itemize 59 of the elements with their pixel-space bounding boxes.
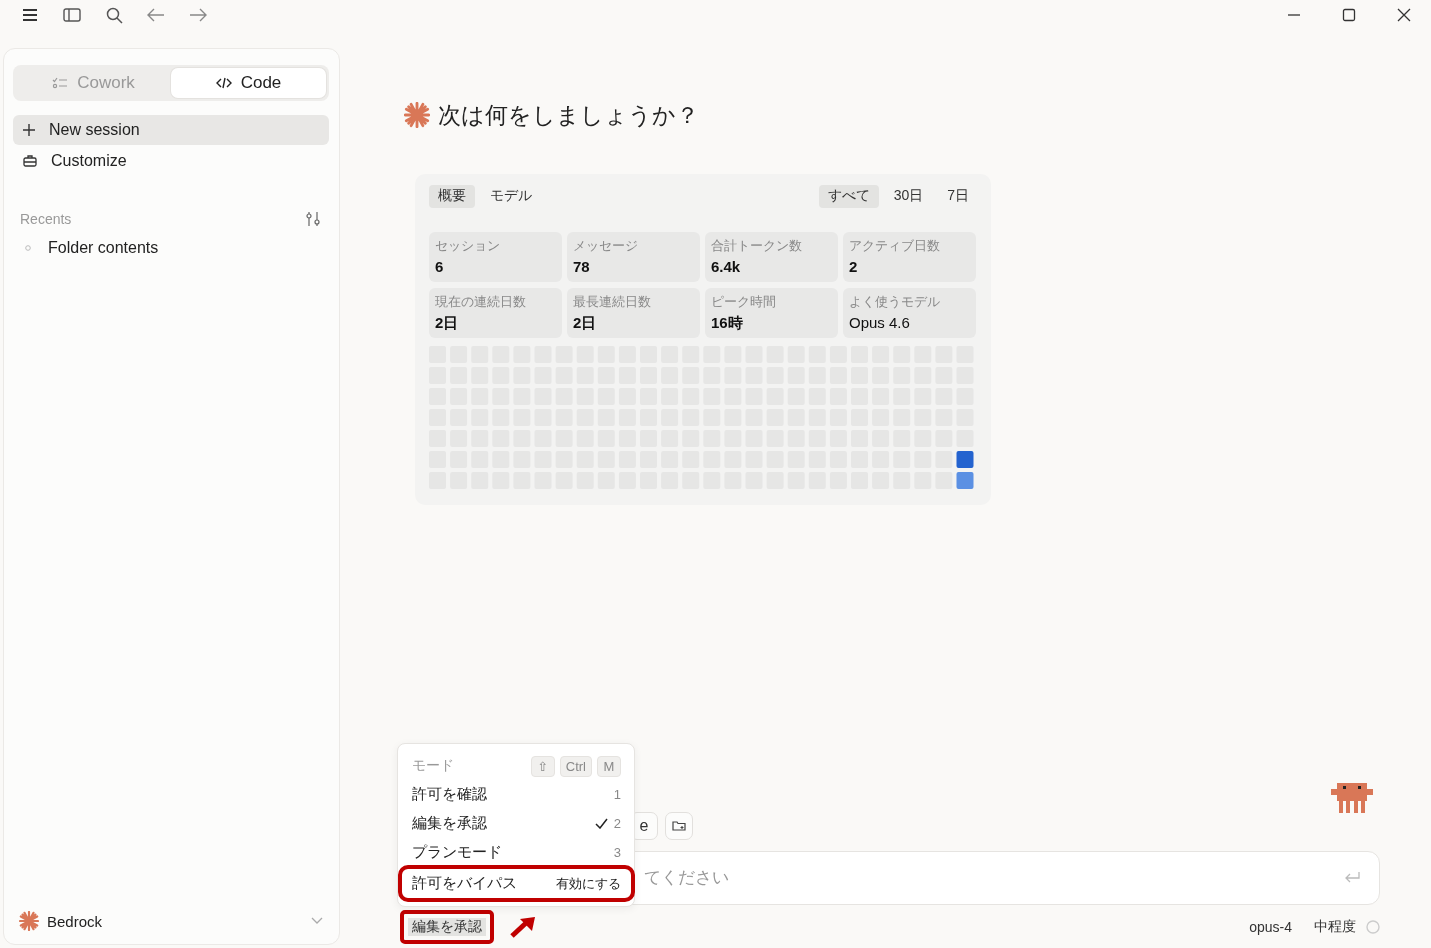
stat-value: 6.4k — [711, 258, 742, 275]
range-tab[interactable]: すべて — [818, 184, 879, 208]
account-button[interactable]: Bedrock — [13, 906, 329, 936]
stat-value: 6 — [435, 258, 445, 275]
starburst-icon — [404, 102, 430, 128]
stat-label: 最長連続日数 — [573, 293, 652, 311]
stat-label: メッセージ — [573, 237, 639, 255]
mascot-icon — [1331, 783, 1373, 813]
menu-item[interactable]: 編集を承認 2 — [412, 809, 621, 838]
recent-item[interactable]: Folder contents — [13, 237, 329, 259]
stat-value: Opus 4.6 — [849, 314, 911, 331]
briefcase-icon — [23, 155, 37, 167]
circle-icon — [1366, 920, 1380, 934]
filter-icon[interactable] — [305, 211, 321, 227]
page-heading: 次は何をしましょうか？ — [438, 100, 699, 130]
mode-tab[interactable]: Code — [171, 68, 326, 98]
close-icon — [1396, 8, 1411, 22]
chevron-icon — [311, 917, 323, 925]
range-tab[interactable]: 7日 — [938, 184, 978, 208]
folder-plus-icon — [672, 820, 686, 832]
section-title: Recents — [20, 211, 72, 227]
model-selector[interactable]: opus-4 — [1249, 919, 1292, 935]
stat-value: 2日 — [573, 314, 598, 333]
back-arrow-icon — [147, 8, 165, 22]
stat-value: 2 — [849, 258, 859, 275]
key-cap: Ctrl — [559, 755, 592, 777]
menu-item[interactable]: 許可を確認 1 — [412, 780, 621, 809]
effort-selector[interactable]: 中程度 — [1314, 918, 1356, 936]
enter-icon[interactable] — [1344, 872, 1360, 884]
maximize-icon — [1341, 8, 1356, 22]
stat-label: セッション — [435, 237, 501, 255]
nav-item[interactable]: Customize — [13, 146, 329, 176]
mode-button[interactable]: 編集を承認 — [400, 910, 494, 944]
stat-value: 2日 — [435, 314, 460, 333]
add-folder-button[interactable] — [665, 812, 693, 840]
forward-arrow-icon — [189, 8, 207, 22]
plus-icon — [23, 124, 35, 136]
stat-label: 現在の連続日数 — [435, 293, 527, 311]
sidebar-icon — [63, 8, 81, 22]
stat-value: 16時 — [711, 314, 744, 333]
checklist-icon — [52, 77, 69, 89]
stats-tab[interactable]: モデル — [481, 184, 541, 208]
stats-tab[interactable]: 概要 — [429, 184, 475, 208]
menu-title: モード — [412, 757, 455, 775]
starburst-icon — [19, 911, 39, 931]
search-icon — [105, 6, 123, 24]
key-cap: M — [597, 755, 621, 777]
stat-label: アクティブ日数 — [849, 237, 941, 255]
key-cap: ⇧ — [530, 755, 555, 777]
code-icon — [215, 77, 232, 89]
annotation-arrow — [510, 916, 536, 938]
circle-icon — [25, 245, 31, 251]
nav-item[interactable]: New session — [13, 115, 329, 145]
stat-value: 78 — [573, 258, 591, 275]
stat-label: ピーク時間 — [711, 293, 777, 311]
stat-label: よく使うモデル — [849, 293, 941, 311]
range-tab[interactable]: 30日 — [884, 184, 933, 208]
stat-label: 合計トークン数 — [711, 237, 803, 255]
menu-icon — [22, 8, 38, 22]
